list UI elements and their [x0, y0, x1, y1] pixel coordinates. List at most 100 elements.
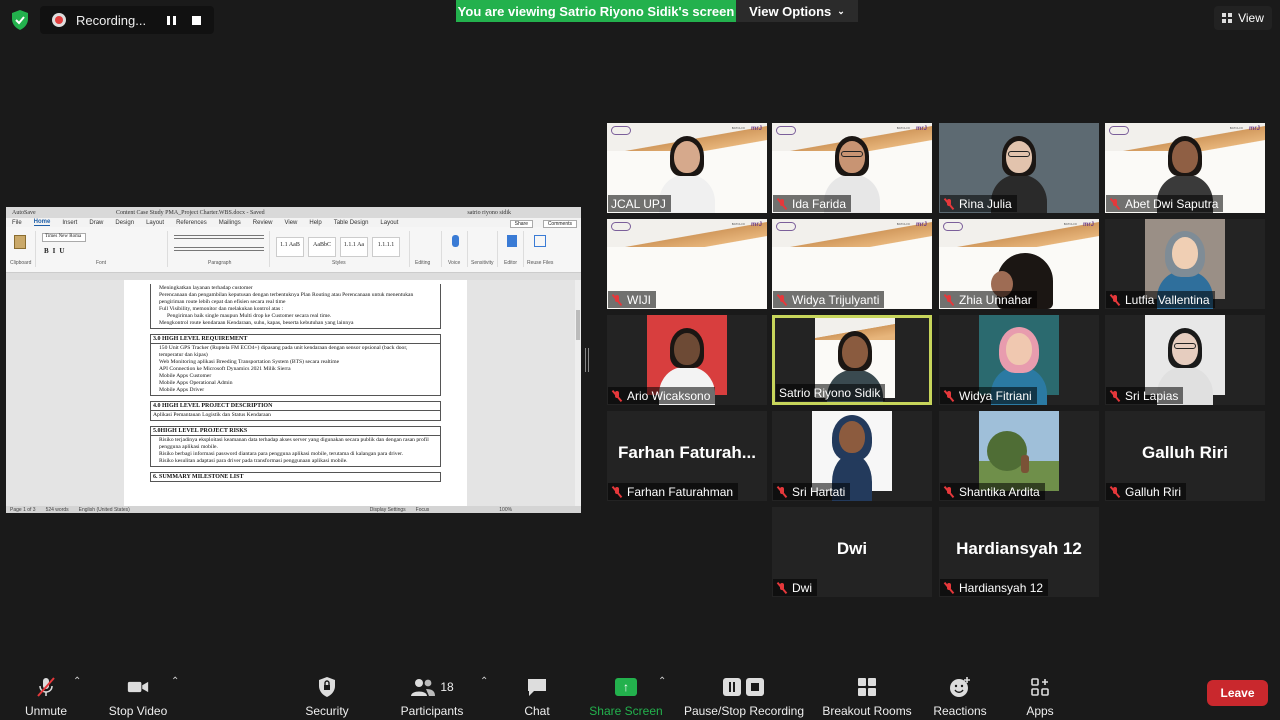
video-options-chevron-icon[interactable]: ⌃ [171, 676, 181, 687]
split-view-handle[interactable] [585, 348, 589, 372]
security-shield-icon[interactable] [8, 8, 32, 32]
apps-button[interactable]: Apps [1022, 668, 1058, 718]
status-display-settings[interactable]: Display Settings [370, 507, 406, 513]
document-scrollbar[interactable] [575, 280, 581, 506]
microphone-muted-icon [943, 293, 955, 306]
doc-benefits-list: Meningkatkan layanan terhadap customer P… [151, 284, 440, 328]
doc-line: Meningkatkan layanan terhadap customer [159, 285, 253, 291]
word-menu-tab[interactable]: References [176, 220, 207, 226]
style-heading-2[interactable]: AaBbC [308, 237, 336, 257]
participant-display-name: Dwi [836, 539, 868, 558]
security-button[interactable]: Security [304, 668, 350, 718]
word-title-bar: AutoSave Content Case Study PMA_Project … [6, 207, 581, 218]
participant-tile[interactable]: Sri Hartati [772, 411, 932, 501]
grid-view-icon [1222, 13, 1233, 23]
doc-line: Risiko berbagi informasi password dianta… [159, 451, 404, 457]
share-options-chevron-icon[interactable]: ⌃ [658, 676, 668, 687]
participant-tile[interactable]: Widya Fitriani [939, 315, 1099, 405]
slide-brand: mrJ [750, 126, 762, 132]
chat-button[interactable]: Chat [520, 668, 554, 718]
pause-stop-recording-label: Pause/Stop Recording [683, 704, 805, 718]
unmute-button[interactable]: Unmute [22, 668, 70, 718]
participant-tile[interactable]: mrJ BATCH III Ida Farida [772, 123, 932, 213]
participant-tile[interactable]: Hardiansyah 12 Hardiansyah 12 [939, 507, 1099, 597]
word-menu-tab[interactable]: Draw [89, 220, 103, 226]
word-menu-tab[interactable]: Insert [62, 220, 77, 226]
stop-video-button[interactable]: Stop Video [106, 668, 170, 718]
chat-label: Chat [524, 704, 550, 718]
participant-tile[interactable]: mrJ BATCH III WIJI [607, 219, 767, 309]
font-name-box[interactable]: Times New Roma [42, 233, 86, 242]
word-menu-tab[interactable]: File [12, 220, 22, 226]
word-menu-tab[interactable]: Layout [146, 220, 164, 226]
pause-recording-icon[interactable] [162, 11, 180, 29]
ribbon-label-voice: Voice [448, 260, 461, 266]
ribbon-font: Times New Roma BIU Font [40, 231, 168, 267]
ribbon-editor: Editor [500, 231, 524, 267]
participant-tile[interactable]: mrJ BATCH III JCAL UPJ [607, 123, 767, 213]
participant-tile[interactable]: Dwi Dwi [772, 507, 932, 597]
status-zoom[interactable]: 100% [499, 507, 512, 513]
word-ruler [6, 273, 581, 280]
word-menu-tab[interactable]: Design [115, 220, 134, 226]
breakout-rooms-button[interactable]: Breakout Rooms [820, 668, 914, 718]
participant-nametag: JCAL UPJ [608, 195, 671, 212]
style-heading-4[interactable]: 1.1.1.1 [372, 237, 400, 257]
participant-tile[interactable]: mrJ BATCH III Widya Trijulyanti [772, 219, 932, 309]
style-heading-3[interactable]: 1.1.1 Aa [340, 237, 368, 257]
word-share-button[interactable]: Share [509, 220, 533, 228]
share-screen-button[interactable]: ↑ Share Screen [588, 668, 664, 718]
participant-name: Rina Julia [959, 196, 1012, 211]
word-menu-tab[interactable]: Table Design [334, 220, 369, 226]
word-menu-tab[interactable]: View [284, 220, 297, 226]
participant-name: Sri Lapias [1125, 388, 1179, 403]
shared-screen[interactable]: AutoSave Content Case Study PMA_Project … [6, 207, 581, 513]
word-menu-tab[interactable]: Help [309, 220, 321, 226]
ribbon-voice: Voice [444, 231, 468, 267]
view-layout-button[interactable]: View [1214, 6, 1272, 30]
participant-nametag: Dwi [773, 579, 817, 596]
participants-options-chevron-icon[interactable]: ⌃ [480, 676, 490, 687]
participant-tile[interactable]: Rina Julia [939, 123, 1099, 213]
participant-tile[interactable]: Galluh Riri Galluh Riri [1105, 411, 1265, 501]
pause-stop-recording-button[interactable]: Pause/Stop Recording [682, 668, 806, 718]
participant-tile[interactable]: Shantika Ardita [939, 411, 1099, 501]
leave-meeting-button[interactable]: Leave [1207, 680, 1268, 706]
microphone-muted-icon [776, 485, 788, 498]
view-options-button[interactable]: View Options ⌄ [736, 0, 858, 22]
participant-tile[interactable]: Ario Wicaksono [607, 315, 767, 405]
document-page[interactable]: Meningkatkan layanan terhadap customer P… [124, 280, 467, 506]
participant-video [979, 411, 1059, 491]
slide-brand: mrJ [750, 222, 762, 228]
participant-tile[interactable]: Farhan Faturah... Farhan Faturahman [607, 411, 767, 501]
word-menu-tab[interactable]: Home [33, 219, 51, 226]
participant-tile[interactable]: Sri Lapias [1105, 315, 1265, 405]
participant-tile[interactable]: mrJ BATCH III Zhia Unnahar [939, 219, 1099, 309]
slide-batch: BATCH III [896, 126, 910, 130]
word-menu-tab[interactable]: Review [253, 220, 273, 226]
microphone-muted-icon [943, 197, 955, 210]
word-menu-tab[interactable]: Layout [380, 220, 398, 226]
chevron-down-icon: ⌄ [837, 5, 845, 16]
participant-tile[interactable]: mrJ BATCH III Abet Dwi Saputra [1105, 123, 1265, 213]
slide-batch: BATCH III [896, 222, 910, 226]
participant-display-name: Hardiansyah 12 [956, 539, 1082, 558]
microphone-muted-icon [611, 485, 623, 498]
participant-name: Zhia Unnahar [959, 292, 1032, 307]
participants-icon: 18 [402, 676, 462, 698]
stop-recording-icon[interactable] [192, 15, 201, 25]
word-comments-button[interactable]: Comments [542, 220, 577, 228]
style-heading-1[interactable]: 1.1 AaB [276, 237, 304, 257]
participant-tile[interactable]: Lutfia Vallentina [1105, 219, 1265, 309]
doc-section-heading: 5.0HIGH LEVEL PROJECT RISKS [151, 427, 440, 436]
status-focus[interactable]: Focus [416, 507, 430, 513]
word-menu-tab[interactable]: Mailings [219, 220, 241, 226]
status-words: 524 words [45, 506, 69, 513]
audio-options-chevron-icon[interactable]: ⌃ [73, 676, 83, 687]
microphone-muted-icon [943, 389, 955, 402]
smiley-icon [949, 676, 971, 698]
reactions-button[interactable]: Reactions [932, 668, 988, 718]
participant-tile[interactable]: Satrio Riyono Sidik [772, 315, 932, 405]
participants-button[interactable]: 18 Participants [398, 668, 466, 718]
status-language: English (United States) [78, 506, 130, 513]
